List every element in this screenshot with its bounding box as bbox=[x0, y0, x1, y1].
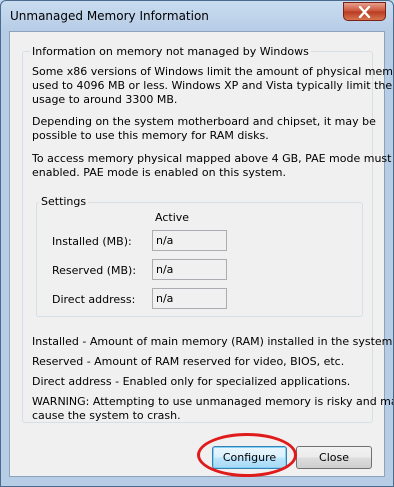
reserved-field: n/a bbox=[152, 259, 227, 280]
note-installed: Installed - Amount of main memory (RAM) … bbox=[32, 335, 394, 348]
direct-address-field: n/a bbox=[152, 288, 227, 309]
info-paragraph-1-line: used to 4096 MB or less. Windows XP and … bbox=[32, 79, 394, 92]
window-close-button[interactable] bbox=[343, 2, 386, 21]
window-title: Unmanaged Memory Information bbox=[10, 9, 209, 23]
info-group-legend: Information on memory not managed by Win… bbox=[30, 45, 311, 58]
info-paragraph-1-line: usage to around 3300 MB. bbox=[32, 93, 178, 106]
installed-label: Installed (MB): bbox=[52, 235, 132, 248]
title-bar[interactable]: Unmanaged Memory Information bbox=[1, 1, 393, 31]
warning-text: WARNING: Attempting to use unmanaged mem… bbox=[32, 395, 394, 423]
legend-notes: Installed - Amount of main memory (RAM) … bbox=[32, 332, 394, 392]
warning-line: cause the system to crash. bbox=[32, 409, 181, 422]
info-paragraph-1: Some x86 versions of Windows limit the a… bbox=[32, 65, 394, 107]
reserved-label: Reserved (MB): bbox=[52, 264, 137, 277]
active-column-header: Active bbox=[155, 211, 190, 224]
info-paragraph-2: Depending on the system motherboard and … bbox=[32, 115, 376, 143]
info-paragraph-2-line: Depending on the system motherboard and … bbox=[32, 115, 376, 128]
info-paragraph-3-line: To access memory physical mapped above 4… bbox=[32, 152, 394, 165]
direct-address-label: Direct address: bbox=[52, 293, 136, 306]
configure-button[interactable]: Configure bbox=[212, 446, 287, 469]
info-paragraph-2-line: possible to use this memory for RAM disk… bbox=[32, 129, 269, 142]
installed-field: n/a bbox=[152, 230, 227, 251]
close-icon bbox=[358, 6, 371, 18]
note-direct-address: Direct address - Enabled only for specia… bbox=[32, 375, 351, 388]
warning-line: WARNING: Attempting to use unmanaged mem… bbox=[32, 395, 394, 408]
info-paragraph-1-line: Some x86 versions of Windows limit the a… bbox=[32, 65, 394, 78]
info-paragraph-3-line: enabled. PAE mode is enabled on this sys… bbox=[32, 166, 286, 179]
note-reserved: Reserved - Amount of RAM reserved for vi… bbox=[32, 355, 345, 368]
dialog-window: Unmanaged Memory Information Information… bbox=[0, 0, 394, 487]
settings-group-legend: Settings bbox=[39, 195, 89, 208]
close-button[interactable]: Close bbox=[296, 446, 372, 469]
info-paragraph-3: To access memory physical mapped above 4… bbox=[32, 152, 394, 180]
dialog-client-area: Information on memory not managed by Win… bbox=[9, 31, 393, 477]
